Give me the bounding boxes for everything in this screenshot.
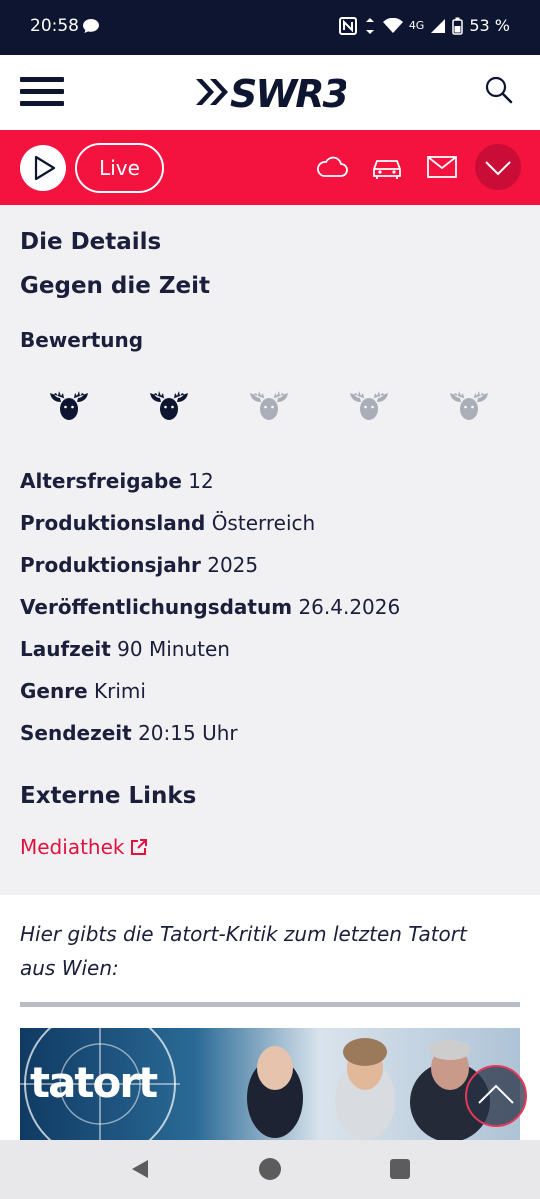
teaser-text: Hier gibts die Tatort-Kritik zum letzten… [20,922,467,980]
detail-label: Sendezeit [20,721,132,745]
wifi-icon [382,17,403,33]
detail-value: 2025 [207,553,259,577]
details-section: Die Details Gegen die Zeit Bewertung Alt… [0,205,540,895]
car-icon[interactable] [370,152,404,182]
moose-icon-filled [148,385,190,423]
battery-icon [452,17,464,35]
external-links-heading: Externe Links [20,783,197,809]
vibrate-icon [365,17,374,34]
svg-text:SWR3: SWR3 [230,72,346,116]
detail-row: Genre Krimi [20,677,400,719]
system-nav-bar [0,1140,540,1199]
rating-label: Bewertung [20,328,144,352]
teaser-section: Hier gibts die Tatort-Kritik zum letzten… [0,895,540,1140]
tatort-logo: tatort [30,1058,158,1107]
battery-level: 53 % [469,16,510,35]
play-icon [34,155,56,181]
details-heading: Die Details [20,229,162,255]
status-time: 20:58 [30,16,79,36]
mail-icon[interactable] [425,152,459,182]
detail-label: Laufzeit [20,637,111,661]
hamburger-icon[interactable] [20,77,64,109]
detail-row: Sendezeit 20:15 Uhr [20,719,400,761]
moose-icon-empty [248,385,290,423]
back-icon[interactable] [130,1159,150,1179]
detail-label: Produktionsland [20,511,206,535]
network-type: 4G [408,19,425,32]
moose-icon-filled [48,385,90,423]
mediathek-label: Mediathek [20,835,125,859]
expand-button[interactable] [475,144,521,190]
play-button[interactable] [20,145,66,191]
detail-label: Veröffentlichungsdatum [20,595,293,619]
site-header: SWR3 [0,55,540,130]
detail-value: 20:15 Uhr [138,721,238,745]
movie-title: Gegen die Zeit [20,273,211,299]
detail-value: 90 Minuten [117,637,230,661]
moose-icon-empty [448,385,490,423]
status-bar: 20:58 4G 53 % [0,0,540,55]
live-button[interactable]: Live [75,143,164,193]
detail-row: Veröffentlichungsdatum 26.4.2026 [20,593,400,635]
detail-label: Produktionsjahr [20,553,201,577]
search-icon[interactable] [484,75,514,105]
details-list: Altersfreigabe 12 Produktionsland Österr… [20,467,400,761]
scroll-to-top-button[interactable] [465,1065,527,1127]
detail-value: Krimi [94,679,146,703]
detail-label: Altersfreigabe [20,469,182,493]
detail-row: Altersfreigabe 12 [20,467,400,509]
swr3-logo[interactable]: SWR3 [194,67,346,117]
chevron-down-icon [485,161,511,176]
player-bar: Live [0,130,540,205]
moose-icon-empty [348,385,390,423]
detail-row: Laufzeit 90 Minuten [20,635,400,677]
home-icon[interactable] [259,1158,281,1180]
divider [20,1002,520,1007]
status-icons: 4G 53 % [338,16,510,35]
chevron-up-icon [478,1084,514,1104]
detail-label: Genre [20,679,88,703]
detail-row: Produktionsland Österreich [20,509,400,551]
external-link-icon [131,839,148,855]
signal-icon [431,18,446,33]
nfc-icon [338,16,357,35]
chat-notification-icon [83,19,99,33]
detail-value: 12 [188,469,214,493]
detail-row: Produktionsjahr 2025 [20,551,400,593]
recents-icon[interactable] [390,1159,410,1179]
cloud-icon[interactable] [315,152,349,182]
mediathek-link[interactable]: Mediathek [20,835,148,859]
detail-value: 26.4.2026 [298,595,401,619]
detail-value: Österreich [211,511,316,535]
tatort-teaser-image[interactable]: tatort [20,1028,520,1140]
